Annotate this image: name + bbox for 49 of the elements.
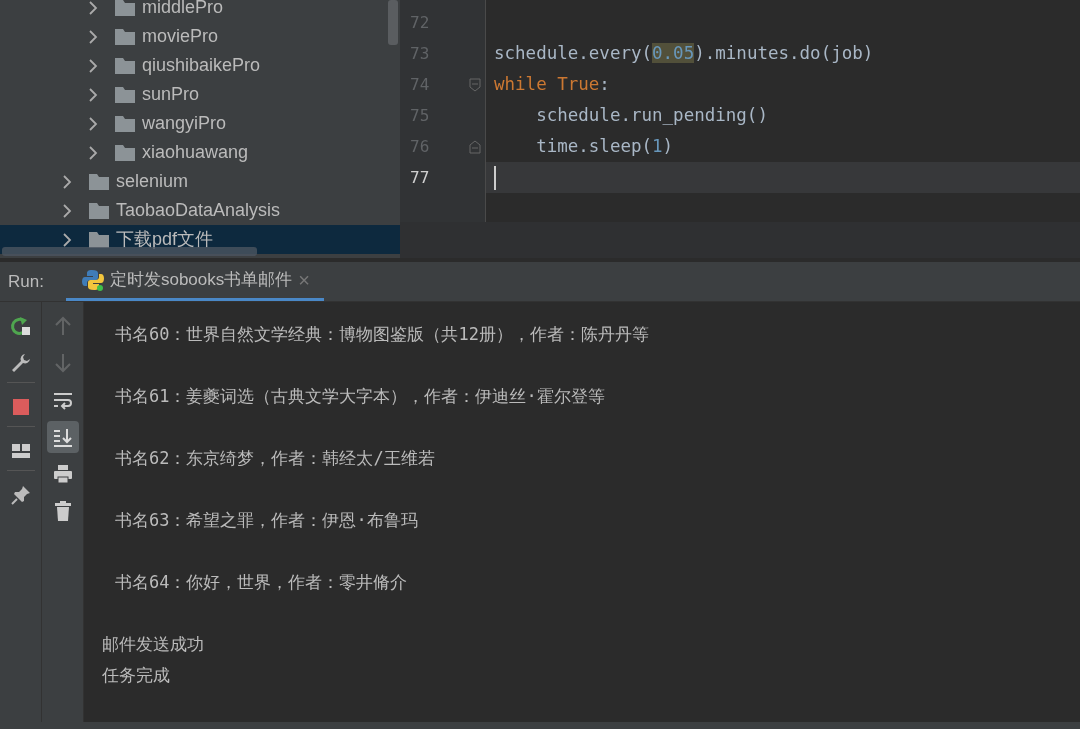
console-line: 书名62：东京绮梦，作者：韩经太/王维若 (115, 448, 435, 468)
tree-item[interactable]: sunPro (0, 80, 400, 109)
tree-item[interactable]: wangyiPro (0, 109, 400, 138)
tree-item[interactable]: TaobaoDataAnalysis (0, 196, 400, 225)
chevron-right-icon[interactable] (88, 29, 98, 44)
chevron-right-icon[interactable] (62, 232, 72, 247)
folder-icon (88, 230, 110, 249)
code-line: time.sleep(1) (535, 135, 674, 159)
chevron-right-icon[interactable] (88, 87, 98, 102)
scroll-to-end-icon (51, 426, 74, 448)
console-line: 任务完成 (102, 665, 170, 685)
chevron-right-icon[interactable] (88, 145, 98, 160)
tree-item[interactable]: middlePro (0, 0, 400, 22)
chevron-right-icon[interactable] (88, 116, 98, 131)
run-label: Run: (7, 270, 45, 293)
chevron-right-icon[interactable] (62, 203, 72, 218)
printer-icon (51, 463, 74, 485)
python-icon (81, 269, 104, 291)
chevron-right-icon[interactable] (88, 0, 98, 15)
code-line: schedule.run_pending() (535, 104, 768, 128)
folder-icon (114, 56, 136, 75)
console-line: 书名63：希望之罪，作者：伊恩·布鲁玛 (115, 510, 418, 530)
tab-title: 定时发sobooks书单邮件 (109, 269, 293, 292)
folder-icon (88, 172, 110, 191)
folder-icon (114, 27, 136, 46)
console-line: 书名61：姜夔词选（古典文学大字本），作者：伊迪丝·霍尔登等 (115, 386, 605, 406)
scrollbar[interactable] (2, 247, 257, 256)
code-line: schedule.every(0.05).minutes.do(job) (494, 42, 874, 66)
console-line: 书名60：世界自然文学经典：博物图鉴版（共12册），作者：陈丹丹等 (115, 324, 649, 344)
code-line: while True: (494, 73, 610, 97)
scroll-to-end-button[interactable] (46, 421, 79, 453)
tree-item[interactable]: moviePro (0, 22, 400, 51)
chevron-right-icon[interactable] (88, 58, 98, 73)
scrollbar[interactable] (388, 0, 398, 45)
line-number: 77 (410, 166, 430, 189)
folder-icon (88, 201, 110, 220)
folder-icon (114, 114, 136, 133)
tree-item[interactable]: qiushibaikePro (0, 51, 400, 80)
console-line: 书名64：你好，世界，作者：零井脩介 (115, 572, 408, 592)
folder-icon (114, 0, 136, 17)
console-line: 邮件发送成功 (102, 634, 204, 654)
tree-item[interactable]: selenium (0, 167, 400, 196)
text-cursor (494, 165, 496, 190)
tree-item[interactable]: xiaohuawang (0, 138, 400, 167)
pin-icon (9, 484, 32, 506)
chevron-right-icon[interactable] (62, 174, 72, 189)
folder-icon (114, 143, 136, 162)
rerun-icon (9, 315, 32, 337)
folder-icon (114, 85, 136, 104)
